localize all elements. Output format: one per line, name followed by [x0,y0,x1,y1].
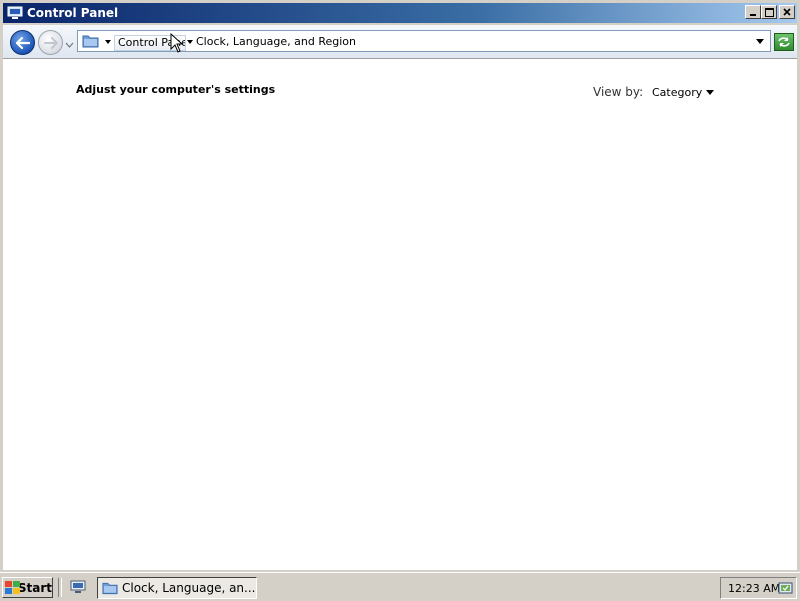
windows-flag-icon [5,580,20,595]
minimize-button[interactable] [745,5,761,19]
refresh-button[interactable] [774,33,794,51]
control-panel-window: Control Panel Control Panel Clock, Langu… [0,0,800,572]
folder-icon [102,582,118,595]
system-tray: 12:23 AM [720,577,797,599]
maximize-button[interactable] [761,5,777,19]
back-button[interactable] [10,30,35,55]
computer-icon [7,6,23,20]
mouse-cursor-icon [170,33,184,53]
window-title: Control Panel [27,6,119,20]
page-title: Adjust your computer's settings [76,83,276,96]
taskbar-item-control-panel[interactable]: Clock, Language, an... [97,577,257,599]
breadcrumb-separator-arrow[interactable] [187,40,193,44]
start-button[interactable]: Start [2,577,53,598]
chevron-down-icon [65,42,74,48]
minimize-icon [750,14,756,16]
view-by-label: View by: [593,85,644,99]
taskbar: Start Clock, Language, an... 12:23 AM [0,572,800,601]
location-dropdown-arrow[interactable] [105,40,111,44]
show-desktop-icon[interactable] [70,580,86,594]
breadcrumb-clock-language-region[interactable]: Clock, Language, and Region [196,35,356,49]
network-icon[interactable] [778,581,793,596]
view-by-dropdown-arrow[interactable] [706,90,714,95]
view-by-dropdown[interactable]: Category [652,86,702,99]
quick-launch-separator [58,578,62,597]
clock[interactable]: 12:23 AM [728,582,780,595]
maximize-icon [764,7,774,17]
forward-arrow-icon [43,36,58,49]
title-bar[interactable]: Control Panel [3,3,797,23]
back-arrow-icon [15,36,30,49]
folder-icon [82,34,99,48]
forward-button[interactable] [38,30,63,55]
start-label: Start [17,580,52,595]
close-icon [783,8,791,16]
close-button[interactable] [779,5,795,19]
recent-pages-dropdown[interactable] [65,39,74,48]
taskbar-item-label: Clock, Language, an... [122,581,256,595]
navigation-bar: Control Panel Clock, Language, and Regio… [3,25,797,59]
content-area: Adjust your computer's settings View by:… [3,59,797,570]
address-dropdown-arrow[interactable] [756,39,764,44]
refresh-icon [778,37,790,47]
